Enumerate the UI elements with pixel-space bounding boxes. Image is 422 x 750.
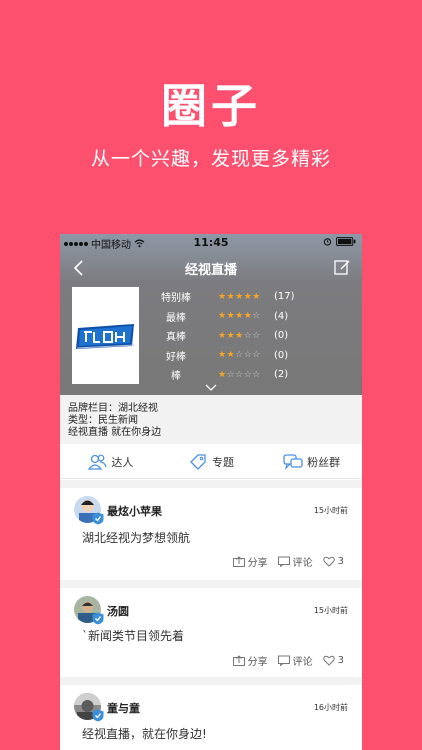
- phone-screen: 中国移动 11:45 经视直播 特别棒 ★★★★★ (17) 最棒 ★★★★☆ …: [60, 234, 362, 750]
- divider: [60, 580, 362, 588]
- comment-label: 评论: [292, 558, 313, 569]
- like-button[interactable]: 3: [322, 655, 344, 666]
- like-count: 3: [337, 556, 344, 567]
- rating-stars: ★★★☆☆: [218, 330, 261, 341]
- post-content[interactable]: 湖北经视为梦想领航: [82, 529, 190, 546]
- status-time: 11:45: [193, 236, 229, 249]
- rating-count: (17): [274, 291, 295, 303]
- comment-button[interactable]: 评论: [277, 554, 313, 569]
- post-timestamp: 15小时前: [313, 506, 348, 515]
- rating-label: 真棒: [166, 332, 186, 344]
- comment-label: 评论: [292, 657, 313, 668]
- rating-row: 棒 ★☆☆☆☆ (2): [156, 365, 356, 385]
- like-count: 3: [337, 655, 344, 666]
- post-username[interactable]: 童与童: [107, 700, 140, 716]
- hero-title: 圈子: [161, 79, 261, 133]
- heart-icon: [322, 655, 335, 666]
- tab-label: 粉丝群: [307, 455, 341, 469]
- post-card[interactable]: 童与童 16小时前 经视直播，就在你身边!: [60, 685, 362, 750]
- rating-row: 真棒 ★★★☆☆ (0): [156, 326, 356, 346]
- share-icon: [232, 556, 245, 567]
- battery-icon: [336, 237, 356, 246]
- rating-row: 好棒 ★★☆☆☆ (0): [156, 346, 356, 366]
- post-card[interactable]: 最炫小苹果 15小时前 湖北经视为梦想领航 分享 评论 3: [60, 488, 362, 580]
- program-logo-image: [74, 321, 137, 350]
- rating-count: (4): [274, 310, 289, 322]
- edit-icon[interactable]: [334, 259, 350, 275]
- comment-icon: [277, 556, 290, 567]
- rating-count: (2): [274, 369, 289, 381]
- rating-stars: ★★☆☆☆: [218, 350, 261, 361]
- status-bar: 中国移动 11:45: [60, 234, 362, 251]
- tab-experts[interactable]: 达人: [60, 445, 161, 478]
- tab-fan-groups[interactable]: 粉丝群: [261, 445, 362, 478]
- post-timestamp: 16小时前: [313, 703, 348, 712]
- rating-count: (0): [274, 349, 289, 361]
- slogan-info: 经视直播 就在你身边: [68, 427, 162, 438]
- share-label: 分享: [247, 657, 268, 668]
- hero-subtitle: 从一个兴趣，发现更多精彩: [90, 148, 331, 170]
- people-icon: [88, 454, 107, 470]
- tab-label: 达人: [111, 455, 134, 469]
- comment-button[interactable]: 评论: [277, 653, 313, 668]
- rating-stars: ★★★★★: [218, 291, 261, 302]
- share-button[interactable]: 分享: [232, 554, 268, 569]
- post-actions: 分享 评论 3: [223, 653, 344, 668]
- verified-badge-icon: [92, 612, 104, 625]
- post-card[interactable]: 汤圆 15小时前 `新闻类节目领先着 分享 评论 3: [60, 588, 362, 677]
- post-content[interactable]: `新闻类节目领先着: [82, 627, 184, 644]
- comment-icon: [277, 655, 290, 666]
- heart-icon: [322, 556, 335, 567]
- tab-topics[interactable]: 专题: [161, 445, 262, 478]
- type-info: 类型：民生新闻: [68, 415, 138, 426]
- share-button[interactable]: 分享: [232, 653, 268, 668]
- rating-stars: ★★★★☆: [218, 311, 261, 322]
- post-content[interactable]: 经视直播，就在你身边!: [82, 725, 207, 742]
- ratings-panel: 特别棒 ★★★★★ (17) 最棒 ★★★★☆ (4) 真棒 ★★★☆☆ (0)…: [156, 287, 356, 385]
- page-title: 经视直播: [184, 263, 237, 278]
- chevron-down-icon[interactable]: [204, 383, 218, 392]
- program-info: 品牌栏目：湖北经视 类型：民生新闻 经视直播 就在你身边: [60, 395, 362, 444]
- share-label: 分享: [247, 558, 268, 569]
- rating-row: 特别棒 ★★★★★ (17): [156, 287, 356, 307]
- rating-label: 好棒: [166, 351, 186, 363]
- tab-label: 专题: [212, 455, 234, 469]
- rating-row: 最棒 ★★★★☆ (4): [156, 307, 356, 327]
- program-header: 中国移动 11:45 经视直播 特别棒 ★★★★★ (17) 最棒 ★★★★☆ …: [60, 234, 362, 395]
- divider: [60, 677, 362, 685]
- like-button[interactable]: 3: [322, 556, 344, 567]
- tab-bar: 达人 专题 粉丝群: [60, 445, 362, 479]
- divider: [60, 480, 362, 488]
- brand-info: 品牌栏目：湖北经视: [68, 403, 158, 414]
- post-actions: 分享 评论 3: [223, 554, 344, 569]
- post-username[interactable]: 最炫小苹果: [107, 503, 162, 519]
- verified-badge-icon: [92, 709, 104, 722]
- tag-icon: [190, 453, 206, 470]
- post-timestamp: 15小时前: [313, 606, 348, 615]
- share-icon: [232, 655, 245, 666]
- program-logo: [72, 287, 139, 384]
- post-username[interactable]: 汤圆: [107, 603, 129, 619]
- alarm-icon: [323, 238, 332, 246]
- rating-stars: ★☆☆☆☆: [218, 369, 261, 380]
- chat-bubbles-icon: [283, 453, 303, 470]
- rating-label: 特别棒: [161, 293, 191, 305]
- rating-label: 最棒: [166, 312, 186, 324]
- verified-badge-icon: [92, 512, 104, 525]
- rating-label: 棒: [171, 371, 181, 383]
- nav-bar: 经视直播: [60, 256, 362, 282]
- rating-count: (0): [274, 330, 289, 342]
